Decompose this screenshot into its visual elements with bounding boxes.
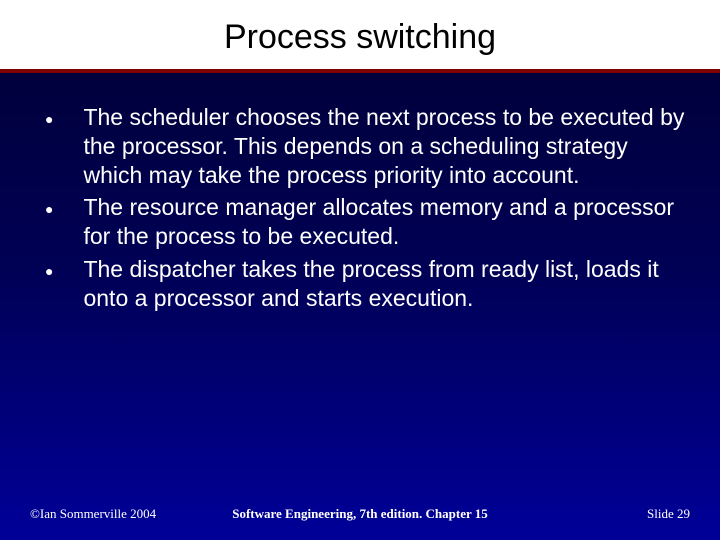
- bullet-item: ● The dispatcher takes the process from …: [45, 255, 690, 313]
- slide-title: Process switching: [0, 18, 720, 57]
- bullet-item: ● The resource manager allocates memory …: [45, 193, 690, 251]
- bullet-icon: ●: [45, 111, 53, 189]
- slide-footer: ©Ian Sommerville 2004 Software Engineeri…: [0, 506, 720, 522]
- bullet-text: The dispatcher takes the process from re…: [83, 255, 690, 313]
- footer-copyright: ©Ian Sommerville 2004: [30, 506, 156, 522]
- slide-content: ● The scheduler chooses the next process…: [0, 73, 720, 312]
- bullet-text: The resource manager allocates memory an…: [83, 193, 690, 251]
- bullet-icon: ●: [45, 263, 53, 313]
- bullet-text: The scheduler chooses the next process t…: [83, 103, 690, 189]
- footer-slide-number: Slide 29: [647, 506, 690, 522]
- bullet-item: ● The scheduler chooses the next process…: [45, 103, 690, 189]
- title-area: Process switching: [0, 0, 720, 69]
- footer-title: Software Engineering, 7th edition. Chapt…: [232, 506, 488, 522]
- bullet-icon: ●: [45, 201, 53, 251]
- bullet-list: ● The scheduler chooses the next process…: [45, 103, 690, 312]
